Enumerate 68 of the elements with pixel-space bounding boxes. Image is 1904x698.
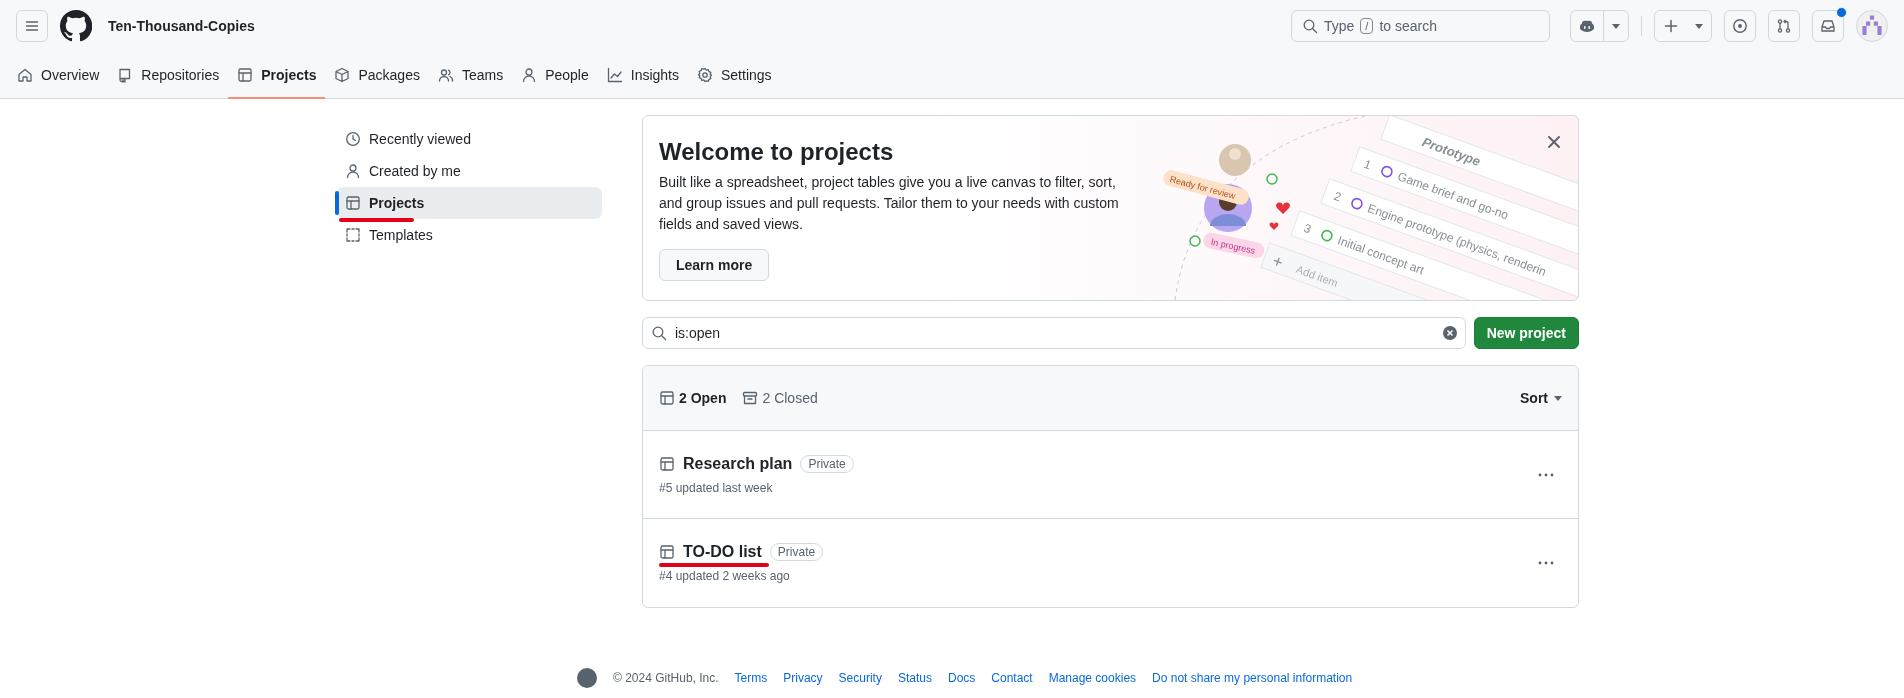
issues-button[interactable] [1724, 10, 1756, 42]
table-icon [345, 195, 361, 211]
table-icon [659, 455, 675, 472]
nav-tab[interactable]: Projects [228, 52, 326, 99]
project-meta: #5 updated last week [659, 480, 774, 495]
people-icon [437, 66, 454, 83]
search-field[interactable]: Type / to search [1291, 10, 1550, 42]
new-project-button[interactable]: New project [1473, 317, 1579, 349]
copyright-text: © 2024 GitHub, Inc. [613, 671, 719, 685]
sidebar-item[interactable]: Created by me [337, 155, 602, 187]
nav-tab[interactable]: Settings [688, 52, 781, 99]
clear-icon[interactable] [1441, 325, 1458, 341]
settings-icon [697, 66, 713, 83]
copilot-button[interactable] [1571, 11, 1604, 41]
nav-tab[interactable]: Overview [8, 52, 109, 99]
footer-link[interactable]: Manage cookies [1048, 671, 1137, 685]
caret-icon [1695, 23, 1703, 29]
person-icon [521, 66, 538, 83]
archive-icon [742, 390, 759, 406]
nav-tab[interactable]: Packages [325, 52, 429, 99]
sidebar-item[interactable]: Projects [337, 187, 602, 219]
footer-link[interactable]: Docs [947, 671, 976, 685]
filter-field[interactable]: is:open [642, 317, 1466, 349]
project-title[interactable]: Research plan [683, 454, 793, 473]
nav-tab[interactable]: Teams [428, 52, 513, 99]
sidebar-item[interactable]: Templates [337, 219, 602, 251]
copilot-icon [1579, 18, 1595, 34]
sort-dropdown[interactable]: Sort [1520, 390, 1562, 406]
project-meta: #4 updated 2 weeks ago [659, 569, 791, 583]
org-name[interactable]: Ten-Thousand-Copies [108, 18, 255, 34]
table-icon [659, 390, 675, 406]
graph-icon [606, 66, 623, 83]
menu-icon [24, 18, 40, 34]
footer-link[interactable]: Status [897, 671, 932, 685]
nav-tab[interactable]: Repositories [108, 52, 229, 99]
table-icon [237, 66, 254, 83]
banner-title: Welcome to projects [659, 138, 895, 166]
footer-link[interactable]: Do not share my personal information [1152, 671, 1353, 685]
kebab-icon [1538, 561, 1554, 565]
pull-request-icon [1776, 18, 1792, 34]
person-icon [345, 163, 361, 179]
nav-tab[interactable]: Insights [597, 52, 688, 99]
nav-tab[interactable]: People [512, 52, 598, 99]
sidebar-item[interactable]: Recently viewed [337, 123, 602, 155]
caret-icon [1612, 23, 1620, 29]
issue-icon [1732, 18, 1748, 34]
cube-icon [334, 66, 351, 83]
closed-filter[interactable]: 2 Closed [742, 390, 818, 406]
avatar-icon[interactable] [1856, 10, 1888, 42]
footer-link[interactable]: Privacy [783, 671, 823, 685]
home-icon [17, 66, 33, 83]
pull-requests-button[interactable] [1768, 10, 1800, 42]
learn-more-button[interactable]: Learn more [659, 249, 770, 281]
project-title[interactable]: TO-DO list [683, 543, 762, 561]
inbox-button[interactable] [1812, 10, 1844, 42]
open-filter[interactable]: 2 Open [659, 390, 727, 406]
plus-icon [1663, 18, 1679, 34]
footer-link[interactable]: Terms [734, 671, 768, 685]
clock-icon [345, 131, 361, 147]
footer-link[interactable]: Security [838, 671, 882, 685]
inbox-icon [1820, 18, 1836, 34]
caret-icon [1554, 395, 1562, 401]
kebab-icon [1538, 472, 1554, 477]
banner-text: Built like a spreadsheet, project tables give you a live canvas to filter, sort, and group issues and pull requests. Tailor them to your needs with custom fields and saved views. [659, 173, 1119, 234]
search-icon [1302, 18, 1318, 34]
footer-link[interactable]: Contact [991, 671, 1033, 685]
table-icon [659, 544, 675, 560]
menu-button[interactable] [16, 10, 48, 42]
